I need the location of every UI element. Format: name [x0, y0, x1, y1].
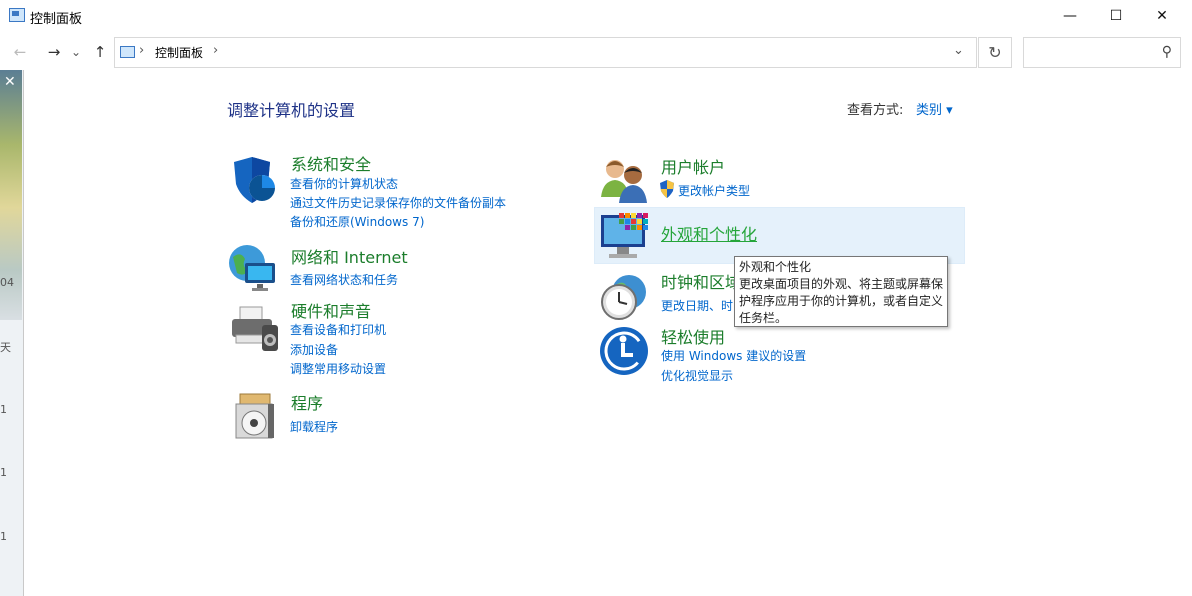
- refresh-icon: ↻: [988, 43, 1002, 62]
- breadcrumb-separator-icon: ›: [139, 43, 145, 58]
- breadcrumb-control-panel[interactable]: 控制面板: [155, 44, 203, 61]
- programs-disc-icon[interactable]: [230, 390, 282, 442]
- control-panel-icon: [120, 46, 135, 58]
- close-button[interactable]: ✕: [1139, 0, 1185, 32]
- clock-globe-icon[interactable]: [597, 270, 649, 322]
- link-uninstall-program[interactable]: 卸载程序: [290, 418, 338, 435]
- category-user-accounts[interactable]: 用户帐户: [661, 154, 725, 178]
- background-text: 1: [0, 466, 7, 479]
- category-network-internet[interactable]: 网络和 Internet: [291, 244, 408, 268]
- category-system-security[interactable]: 系统和安全: [291, 151, 371, 175]
- tooltip: 外观和个性化 更改桌面项目的外观、将主题或屏幕保护程序应用于你的计算机，或者自定…: [734, 256, 948, 327]
- maximize-button[interactable]: ☐: [1093, 0, 1139, 32]
- close-icon: ✕: [1156, 8, 1168, 24]
- forward-button[interactable]: →: [43, 40, 65, 64]
- breadcrumb-separator-icon[interactable]: ›: [213, 43, 218, 58]
- minimize-icon: —: [1063, 8, 1077, 24]
- view-by-dropdown[interactable]: 类别 ▾: [916, 99, 953, 118]
- address-bar[interactable]: › 控制面板 › ⌄: [114, 37, 977, 68]
- category-appearance-personalization[interactable]: 外观和个性化: [661, 221, 757, 245]
- background-text: 天: [0, 341, 11, 354]
- tooltip-title: 外观和个性化: [739, 260, 812, 274]
- background-text: 1: [0, 403, 7, 416]
- minimize-button[interactable]: —: [1047, 0, 1093, 32]
- link-windows-recommended-settings[interactable]: 使用 Windows 建议的设置: [661, 347, 806, 364]
- address-dropdown-icon[interactable]: ⌄: [953, 43, 964, 58]
- category-programs[interactable]: 程序: [291, 390, 323, 414]
- chevron-down-icon: ⌄: [70, 45, 82, 59]
- category-clock-region[interactable]: 时钟和区域: [661, 269, 741, 293]
- link-change-account-type[interactable]: 更改帐户类型: [678, 182, 750, 199]
- up-button[interactable]: ↑: [89, 40, 111, 64]
- back-arrow-icon: ←: [13, 43, 27, 61]
- link-devices-printers[interactable]: 查看设备和打印机: [290, 321, 386, 338]
- link-file-history-backup[interactable]: 通过文件历史记录保存你的文件备份副本: [290, 194, 506, 211]
- maximize-icon: ☐: [1109, 8, 1123, 24]
- link-mobility-settings[interactable]: 调整常用移动设置: [290, 360, 386, 377]
- link-optimize-visual-display[interactable]: 优化视觉显示: [661, 367, 733, 384]
- view-by-label: 查看方式:: [847, 103, 904, 118]
- search-input[interactable]: ⚲: [1023, 37, 1181, 68]
- category-hardware-sound[interactable]: 硬件和声音: [291, 298, 371, 322]
- monitor-color-icon[interactable]: [599, 211, 651, 263]
- printer-speaker-icon[interactable]: [228, 301, 280, 353]
- refresh-button[interactable]: ↻: [978, 37, 1012, 68]
- up-arrow-icon: ↑: [93, 43, 107, 61]
- shield-icon[interactable]: [228, 154, 280, 206]
- background-text: 1: [0, 530, 7, 543]
- forward-arrow-icon: →: [47, 43, 61, 61]
- uac-shield-icon: [660, 180, 674, 198]
- background-text: 04: [0, 276, 14, 289]
- background-close-icon: ✕: [4, 74, 16, 90]
- network-globe-icon[interactable]: [227, 241, 279, 293]
- category-ease-of-access[interactable]: 轻松使用: [661, 324, 725, 348]
- search-icon: ⚲: [1161, 44, 1172, 60]
- recent-locations-button[interactable]: ⌄: [68, 40, 84, 64]
- ease-of-access-icon[interactable]: [599, 325, 651, 377]
- window-title: 控制面板: [30, 12, 83, 27]
- link-backup-restore[interactable]: 备份和还原(Windows 7): [290, 213, 424, 230]
- tooltip-body: 更改桌面项目的外观、将主题或屏幕保护程序应用于你的计算机，或者自定义任务栏。: [739, 277, 944, 325]
- page-title: 调整计算机的设置: [227, 101, 356, 120]
- link-view-computer-status[interactable]: 查看你的计算机状态: [290, 175, 398, 192]
- back-button[interactable]: ←: [9, 40, 31, 64]
- control-panel-app-icon: [9, 8, 25, 22]
- link-add-device[interactable]: 添加设备: [290, 341, 338, 358]
- users-icon[interactable]: [599, 155, 651, 207]
- link-network-status[interactable]: 查看网络状态和任务: [290, 271, 398, 288]
- title-bar: 控制面板 — ☐ ✕: [0, 0, 1192, 32]
